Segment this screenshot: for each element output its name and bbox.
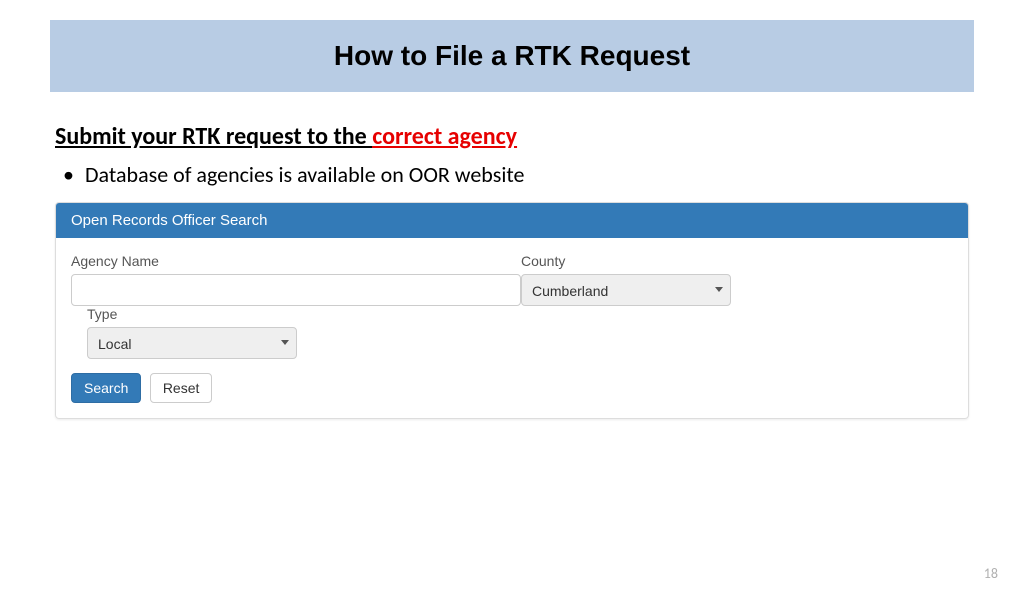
- agency-name-input[interactable]: [71, 274, 521, 306]
- chevron-down-icon: [715, 287, 723, 292]
- county-label: County: [521, 253, 731, 269]
- bullet-list: Database of agencies is available on OOR…: [63, 161, 969, 188]
- county-value: Cumberland: [521, 274, 731, 306]
- page-title: How to File a RTK Request: [50, 40, 974, 72]
- subheading: Submit your RTK request to the correct a…: [55, 122, 969, 151]
- type-select[interactable]: Local: [87, 327, 297, 359]
- type-value: Local: [87, 327, 297, 359]
- content-area: Submit your RTK request to the correct a…: [55, 122, 969, 188]
- panel-header: Open Records Officer Search: [56, 203, 968, 238]
- list-item: Database of agencies is available on OOR…: [63, 161, 969, 188]
- search-button[interactable]: Search: [71, 373, 141, 403]
- subheading-highlight: correct agency: [372, 122, 517, 151]
- page-number: 18: [984, 565, 998, 582]
- subheading-prefix: Submit your RTK request to the: [55, 122, 372, 151]
- county-select[interactable]: Cumberland: [521, 274, 731, 306]
- panel-body: Agency Name County Cumberland Type Local…: [56, 238, 968, 418]
- reset-button[interactable]: Reset: [150, 373, 213, 403]
- chevron-down-icon: [281, 340, 289, 345]
- agency-name-label: Agency Name: [71, 253, 521, 269]
- title-banner: How to File a RTK Request: [50, 20, 974, 92]
- search-panel: Open Records Officer Search Agency Name …: [55, 202, 969, 419]
- type-label: Type: [87, 306, 297, 322]
- button-row: Search Reset: [71, 373, 953, 403]
- type-group: Type Local: [87, 306, 297, 359]
- county-group: County Cumberland: [521, 253, 731, 306]
- agency-name-group: Agency Name: [71, 253, 521, 306]
